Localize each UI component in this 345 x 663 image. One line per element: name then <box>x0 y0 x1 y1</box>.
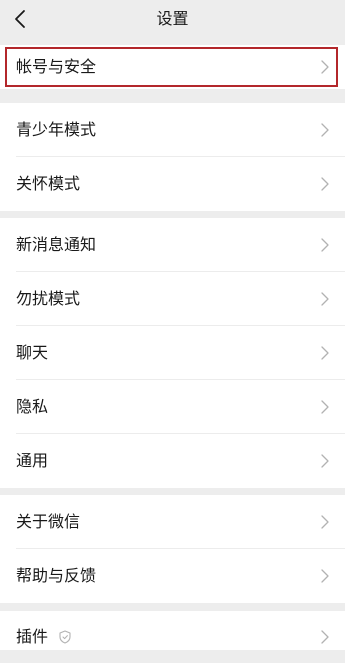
settings-group-modes: 青少年模式 关怀模式 <box>0 103 345 211</box>
settings-item-label: 关于微信 <box>16 512 81 531</box>
settings-item-plugins[interactable]: 插件 <box>0 611 345 650</box>
chevron-right-icon <box>321 292 329 306</box>
plugins-label: 插件 <box>16 627 49 646</box>
settings-item-label: 关怀模式 <box>16 174 81 193</box>
chevron-right-icon <box>321 123 329 137</box>
settings-item-teen-mode[interactable]: 青少年模式 <box>0 103 345 157</box>
chevron-right-icon <box>321 400 329 414</box>
settings-item-privacy[interactable]: 隐私 <box>0 380 345 434</box>
settings-item-label: 聊天 <box>16 343 49 362</box>
settings-item-label: 帮助与反馈 <box>16 566 97 585</box>
chevron-right-icon <box>321 238 329 252</box>
nav-bar: 设置 <box>0 0 345 40</box>
settings-item-label: 青少年模式 <box>16 120 97 139</box>
settings-item-account-security[interactable]: 帐号与安全 <box>0 45 345 89</box>
settings-item-label: 帐号与安全 <box>16 57 97 76</box>
settings-item-label: 插件 <box>16 611 71 663</box>
settings-item-do-not-disturb[interactable]: 勿扰模式 <box>0 272 345 326</box>
settings-item-about-wechat[interactable]: 关于微信 <box>0 495 345 549</box>
settings-item-new-message-notify[interactable]: 新消息通知 <box>0 218 345 272</box>
settings-item-care-mode[interactable]: 关怀模式 <box>0 157 345 211</box>
chevron-right-icon <box>321 569 329 583</box>
settings-group-account: 帐号与安全 <box>0 45 345 89</box>
chevron-right-icon <box>321 515 329 529</box>
settings-item-label: 新消息通知 <box>16 235 97 254</box>
chevron-right-icon <box>321 177 329 191</box>
chevron-right-icon <box>321 346 329 360</box>
page-title: 设置 <box>156 9 189 28</box>
settings-item-label: 隐私 <box>16 397 49 416</box>
chevron-right-icon <box>321 630 329 644</box>
chevron-right-icon <box>321 454 329 468</box>
chevron-right-icon <box>321 60 329 74</box>
settings-group-plugins: 插件 <box>0 611 345 650</box>
settings-item-label: 通用 <box>16 451 49 470</box>
settings-group-general: 新消息通知 勿扰模式 聊天 隐私 通用 <box>0 218 345 488</box>
settings-group-about: 关于微信 帮助与反馈 <box>0 495 345 603</box>
shield-icon <box>59 629 71 644</box>
settings-item-chat[interactable]: 聊天 <box>0 326 345 380</box>
settings-item-general[interactable]: 通用 <box>0 434 345 488</box>
settings-item-help-feedback[interactable]: 帮助与反馈 <box>0 549 345 603</box>
settings-item-label: 勿扰模式 <box>16 289 81 308</box>
